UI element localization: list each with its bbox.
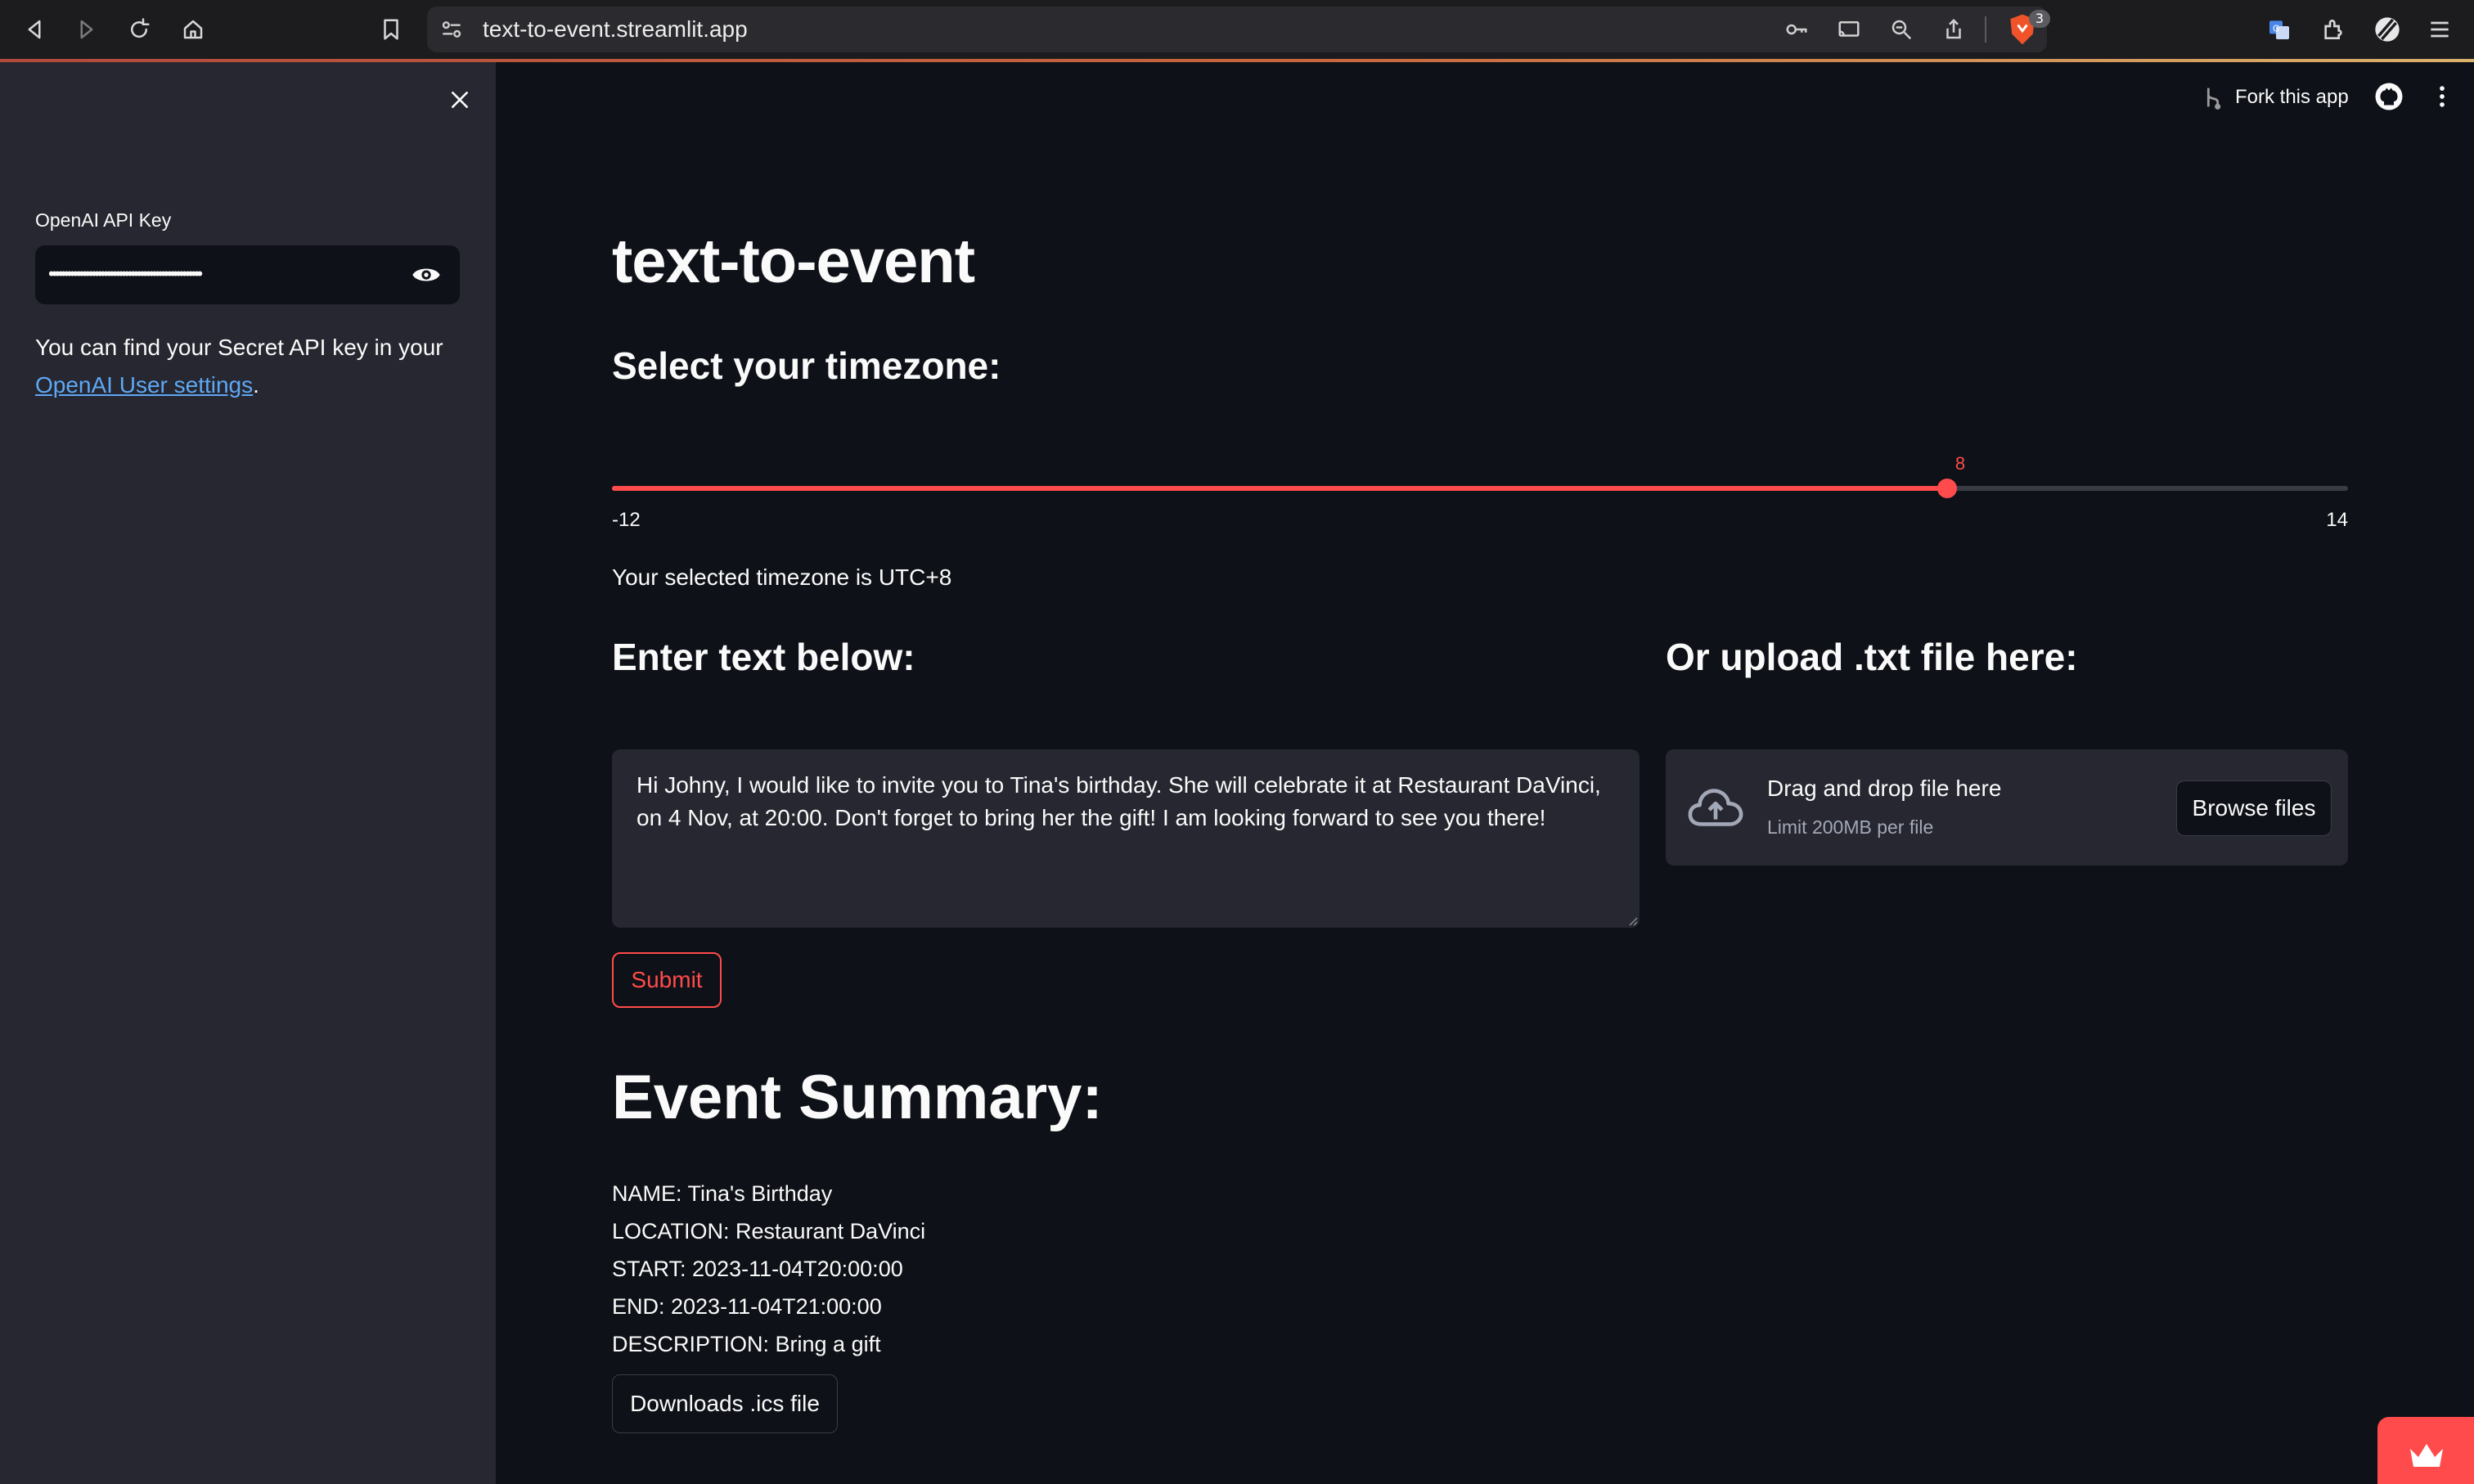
selected-timezone-text: Your selected timezone is UTC+8 [612,564,952,590]
event-text-area[interactable]: Hi Johny, I would like to invite you to … [612,749,1640,928]
slider-max-label: 14 [2326,509,2348,531]
url-divider [1985,16,1986,43]
share-icon[interactable] [1939,15,1968,44]
browser-menu-icon[interactable] [2422,11,2458,47]
brave-badge: 3 [2029,10,2050,28]
api-help-text: You can find your Secret API key in your… [35,329,469,404]
browse-files-button[interactable]: Browse files [2176,780,2332,836]
api-key-input[interactable]: ••••••••••••••••••••••••••••••••••••••••… [35,245,460,304]
reload-icon[interactable] [121,11,157,47]
back-icon[interactable] [16,11,52,47]
enter-text-heading: Enter text below: [612,636,915,678]
dropzone-title: Drag and drop file here [1767,776,2002,801]
help-text-suffix: . [253,372,259,398]
help-text-prefix: You can find your Secret API key in your [35,335,443,360]
resize-handle-icon[interactable] [1625,913,1638,926]
timezone-slider[interactable] [612,479,2348,498]
site-settings-icon[interactable] [439,16,465,43]
show-password-icon[interactable] [410,259,443,291]
main-menu-icon[interactable] [2428,82,2456,111]
api-key-label: OpenAI API Key [35,209,172,231]
slider-fill [612,486,1948,491]
streamlit-badge[interactable] [2377,1417,2474,1484]
close-sidebar-icon[interactable] [443,83,476,116]
fork-icon[interactable] [2199,83,2227,111]
url-text[interactable]: text-to-event.streamlit.app [483,16,748,43]
sidebar: OpenAI API Key •••••••••••••••••••••••••… [0,62,496,1484]
forward-icon[interactable] [69,11,105,47]
fork-app-button[interactable]: Fork this app [2235,83,2349,111]
zoom-icon[interactable] [1887,15,1916,44]
svg-text:G: G [2273,24,2279,34]
github-icon[interactable] [2374,82,2404,111]
event-summary-heading: Event Summary: [612,1063,1103,1132]
key-icon[interactable] [1782,15,1811,44]
translate-icon[interactable]: G [2261,11,2297,47]
cast-icon[interactable] [1834,15,1864,44]
openai-settings-link[interactable]: OpenAI User settings [35,372,253,398]
page-title: text-to-event [612,227,975,296]
timezone-heading: Select your timezone: [612,344,1001,387]
cloud-upload-icon [1688,789,1743,826]
api-key-value[interactable]: ••••••••••••••••••••••••••••••••••••••••… [48,262,408,286]
slider-thumb[interactable] [1937,479,1958,498]
upload-heading: Or upload .txt file here: [1666,636,2078,678]
file-dropzone[interactable]: Drag and drop file here Limit 200MB per … [1666,749,2348,866]
profile-icon[interactable] [2369,11,2405,47]
address-bar[interactable]: text-to-event.streamlit.app 3 [427,7,2050,52]
dropzone-limit: Limit 200MB per file [1767,816,1934,838]
submit-button[interactable]: Submit [612,952,722,1008]
summary-end: END: 2023-11-04T21:00:00 [612,1294,882,1319]
home-icon[interactable] [175,11,211,47]
slider-value-label: 8 [1954,453,1966,474]
browser-toolbar: text-to-event.streamlit.app 3 G [0,0,2474,59]
download-ics-button[interactable]: Downloads .ics file [612,1374,838,1433]
main-content: Fork this app text-to-event Select your … [496,62,2474,1484]
crown-icon [2410,1444,2443,1467]
extensions-icon[interactable] [2315,11,2351,47]
event-text-value[interactable]: Hi Johny, I would like to invite you to … [636,772,1601,830]
bookmark-icon[interactable] [373,11,409,47]
summary-description: DESCRIPTION: Bring a gift [612,1332,881,1356]
summary-name: NAME: Tina's Birthday [612,1181,833,1206]
slider-min-label: -12 [612,509,641,531]
summary-start: START: 2023-11-04T20:00:00 [612,1257,903,1281]
summary-location: LOCATION: Restaurant DaVinci [612,1219,926,1243]
